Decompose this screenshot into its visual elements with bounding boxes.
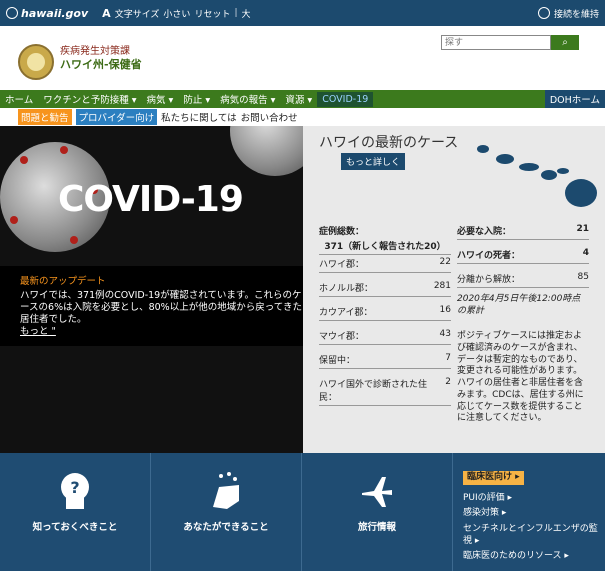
update-body: ハワイでは、371例のCOVID-19が確認されています。これらのケースの6%は… xyxy=(20,289,302,325)
subnav-contact[interactable]: お問い合わせ xyxy=(241,110,298,124)
site-header: 疾病発生対策課 ハワイ州-保健省 ⌕ xyxy=(0,26,605,90)
search-box: ⌕ xyxy=(441,35,579,50)
subnav-about[interactable]: 私たちに関しては xyxy=(161,110,237,124)
stat-row: マウイ郡： 43 xyxy=(319,327,451,345)
cases-panel: ハワイの最新のケース もっと詳しく 症例総数： 371（新しく報告された20） … xyxy=(303,126,605,453)
hawaii-gov-link[interactable]: hawaii.gov xyxy=(6,7,88,20)
hawaii-seal-icon xyxy=(6,7,18,19)
state-seal-logo[interactable] xyxy=(18,44,54,80)
cases-heading: ハワイの最新のケース xyxy=(319,135,459,151)
subnav-questions[interactable]: 問題と勧告 xyxy=(18,109,72,125)
search-button[interactable]: ⌕ xyxy=(551,35,579,50)
search-input[interactable] xyxy=(441,35,551,50)
text-size-small[interactable]: 小さい xyxy=(163,7,190,20)
nav-covid19[interactable]: COVID-19 xyxy=(317,91,374,107)
stat-row: ホノルル郡： 281 xyxy=(319,279,451,297)
divider: | xyxy=(234,8,238,18)
nav-vaccines[interactable]: ワクチンと予防接種 ▾ xyxy=(38,92,141,106)
as-of-date: 2020年4月5日午後12:00時点の累計 xyxy=(457,294,581,316)
tile-what-to-know[interactable]: ? 知っておくべきこと xyxy=(0,453,151,571)
nav-resources[interactable]: 資源 ▾ xyxy=(280,92,317,106)
text-size-icon: A xyxy=(102,6,111,20)
stat-row: 必要な入院： 21 xyxy=(457,222,589,240)
sub-nav: 問題と勧告 プロバイダー向け 私たちに関しては お問い合わせ xyxy=(0,108,605,126)
clinician-link-resources[interactable]: 臨床医のためのリソース xyxy=(463,551,605,563)
update-heading: 最新のアップデート xyxy=(20,276,106,287)
nav-prevention[interactable]: 防止 ▾ xyxy=(178,92,215,106)
clinician-link-pui[interactable]: PUIの評価 xyxy=(463,493,605,505)
stat-row: 分離から解放： 85 xyxy=(457,270,589,288)
covid-hero-banner: COVID-19 xyxy=(0,126,303,266)
nav-report-disease[interactable]: 病気の報告 ▾ xyxy=(215,92,280,106)
hand-washing-icon xyxy=(213,472,239,509)
subnav-providers[interactable]: プロバイダー向け xyxy=(75,109,158,125)
tile-what-you-can-do[interactable]: あなたができること xyxy=(151,453,302,571)
text-size-label: 文字サイズ xyxy=(114,9,160,20)
globe-icon xyxy=(537,7,550,19)
total-cases-value: 371（新しく報告された20） xyxy=(319,239,451,255)
stat-row: ハワイ郡： 22 xyxy=(319,255,451,273)
stat-row: ハワイの死者： 4 xyxy=(457,246,589,264)
text-size-large[interactable]: 大 xyxy=(242,7,251,20)
text-size-reset[interactable]: リセット xyxy=(194,7,230,20)
total-cases-label: 症例総数： xyxy=(319,227,365,237)
nav-home[interactable]: ホーム xyxy=(0,92,38,106)
department-title[interactable]: 疾病発生対策課 ハワイ州-保健省 xyxy=(60,46,142,71)
question-head-icon: ? xyxy=(61,473,89,509)
hero-title: COVID-19 xyxy=(58,179,244,220)
stat-row: カウアイ郡： 16 xyxy=(319,303,451,321)
hero-background xyxy=(0,346,303,453)
cases-more-button[interactable]: もっと詳しく xyxy=(341,153,406,170)
clinicians-panel: 臨床医向け ▸ PUIの評価 感染対策 センチネルとインフルエンザの監視 臨床医… xyxy=(453,453,605,571)
text-size-controls: A 文字サイズ 小さい リセット | 大 xyxy=(102,7,250,20)
stat-row: 保留中： 7 xyxy=(319,351,451,369)
svg-text:?: ? xyxy=(70,478,79,497)
nav-diseases[interactable]: 病気 ▾ xyxy=(142,92,179,106)
stat-row: ハワイ国外で診断された住民： 2 xyxy=(319,375,451,406)
quick-links: ? 知っておくべきこと あなたができること 旅行情報 臨床医向け ▸ PUIの評… xyxy=(0,453,605,571)
clinician-link-infection-control[interactable]: 感染対策 xyxy=(463,508,605,520)
cases-note: ポジティブケースには推定および確認済みのケースが含まれ、データは暫定的なものであ… xyxy=(457,331,584,424)
airplane-icon xyxy=(362,477,392,507)
clinician-link-surveillance[interactable]: センチネルとインフルエンザの監視 xyxy=(463,524,605,547)
stay-connected-link[interactable]: 接続を維持 xyxy=(537,7,599,20)
main-nav: ホーム ワクチンと予防接種 ▾ 病気 ▾ 防止 ▾ 病気の報告 ▾ 資源 ▾ C… xyxy=(0,90,605,108)
update-more-link[interactable]: もっと " xyxy=(20,326,303,338)
clinicians-badge[interactable]: 臨床医向け ▸ xyxy=(463,471,524,485)
nav-doh-home[interactable]: DOHホーム xyxy=(544,90,605,108)
latest-update: 最新のアップデート ハワイでは、371例のCOVID-19が確認されています。こ… xyxy=(0,266,303,346)
virus-image xyxy=(230,126,303,176)
cases-right-column: 必要な入院： 21 ハワイの死者： 4 分離から解放： 85 2020年4月5日午後1… xyxy=(457,222,589,425)
hawaii-map-icon xyxy=(477,145,597,207)
search-icon: ⌕ xyxy=(562,37,568,48)
top-bar: hawaii.gov A 文字サイズ 小さい リセット | 大 接続を維持 xyxy=(0,0,605,26)
cases-left-column: 症例総数： 371（新しく報告された20） ハワイ郡： 22 ホノルル郡： 281 … xyxy=(319,222,451,406)
tile-travel-info[interactable]: 旅行情報 xyxy=(302,453,453,571)
